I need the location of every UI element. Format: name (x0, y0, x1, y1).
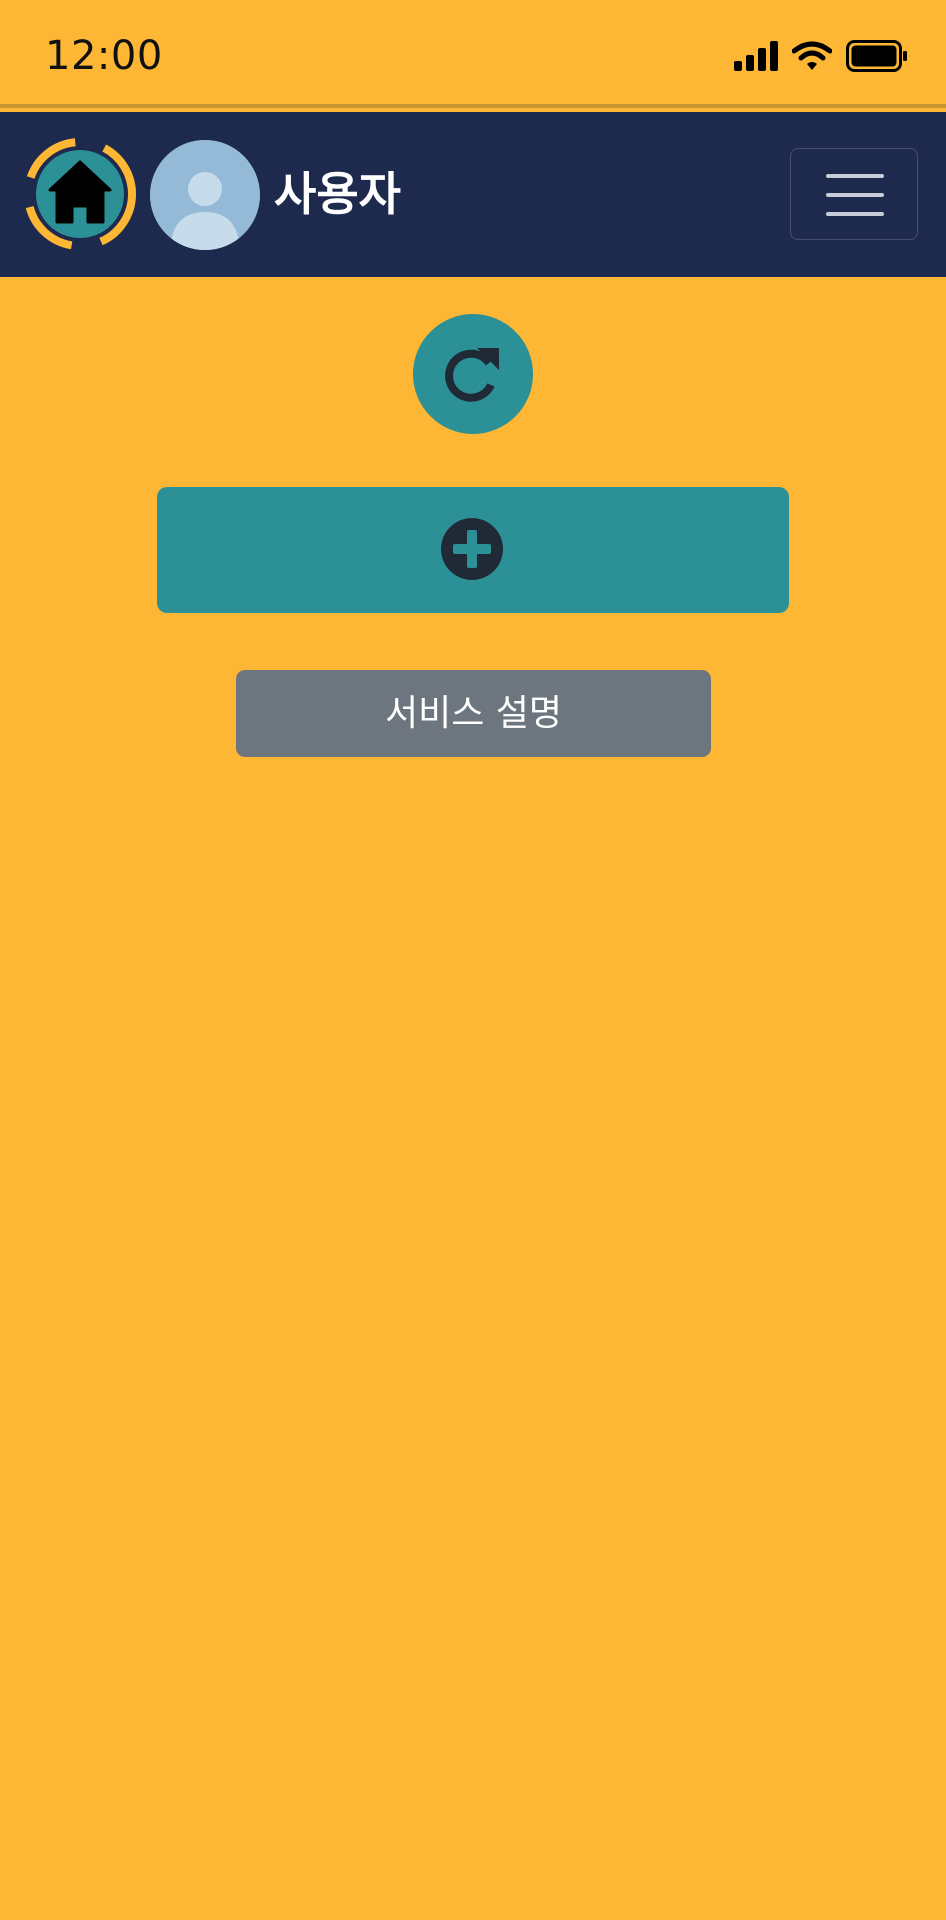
service-description-button[interactable]: 서비스 설명 (236, 670, 711, 757)
menu-toggle-button[interactable] (790, 148, 918, 240)
cellular-signal-icon (734, 41, 778, 71)
status-icons (734, 38, 908, 74)
app-header: 사용자 (0, 112, 946, 277)
status-bar: 12:00 (0, 0, 946, 108)
battery-icon (846, 40, 908, 72)
user-avatar-icon (150, 140, 260, 250)
refresh-button[interactable] (413, 314, 533, 434)
add-button[interactable] (157, 487, 789, 613)
avatar[interactable] (150, 140, 260, 250)
home-button[interactable] (24, 138, 136, 250)
user-name: 사용자 (274, 167, 401, 221)
wifi-icon (792, 41, 832, 71)
home-icon (24, 138, 136, 250)
status-time: 12:00 (45, 33, 163, 79)
